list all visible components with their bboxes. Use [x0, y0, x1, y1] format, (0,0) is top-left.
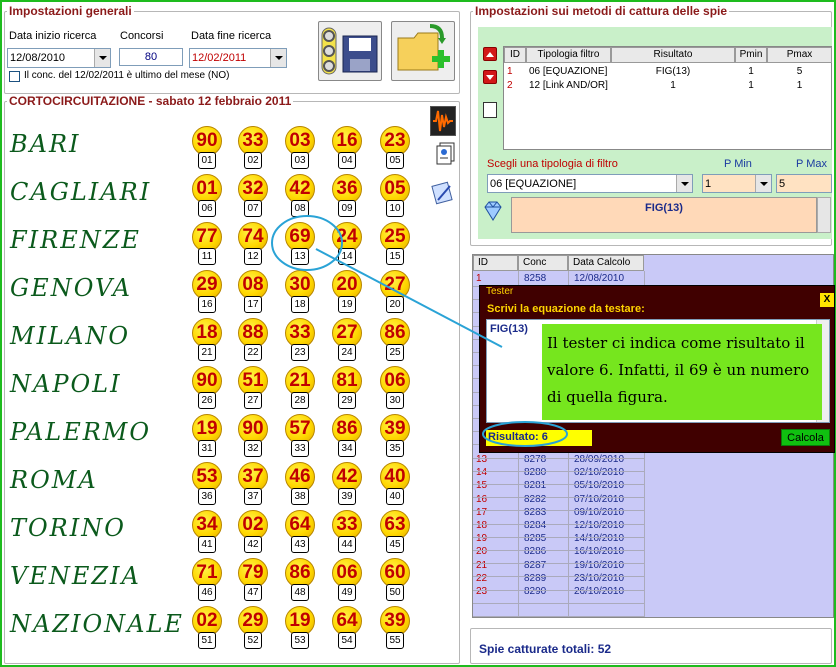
- highlight-ring-69: [271, 215, 343, 271]
- annotation-overlay: [271, 215, 568, 447]
- callout-line: [315, 248, 503, 348]
- highlight-ring-result: [482, 421, 568, 447]
